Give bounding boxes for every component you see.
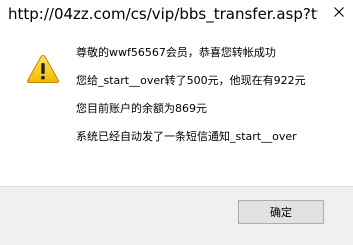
- message-line: 您给_start__over转了500元，他现在有922元: [76, 74, 306, 87]
- message-line: 系统已经自动发了一条短信通知_start__over: [76, 130, 297, 143]
- close-button[interactable]: [325, 0, 353, 24]
- title-bar: http://04zz.com/cs/vip/bbs_transfer.asp?…: [0, 0, 353, 34]
- message-area: 尊敬的wwf56567会员，恭喜您转帐成功 您给_start__over转了50…: [76, 46, 346, 158]
- dialog-content: 尊敬的wwf56567会员，恭喜您转帐成功 您给_start__over转了50…: [0, 34, 353, 186]
- window-title: http://04zz.com/cs/vip/bbs_transfer.asp?…: [8, 5, 318, 23]
- ok-button[interactable]: 确定: [238, 200, 324, 224]
- alert-dialog: http://04zz.com/cs/vip/bbs_transfer.asp?…: [0, 0, 353, 245]
- close-icon: [334, 7, 344, 17]
- message-line: 您目前账户的余额为869元: [76, 102, 207, 115]
- warning-icon: [26, 54, 60, 84]
- dialog-footer: 确定: [0, 186, 353, 245]
- message-line: 尊敬的wwf56567会员，恭喜您转帐成功: [76, 46, 276, 59]
